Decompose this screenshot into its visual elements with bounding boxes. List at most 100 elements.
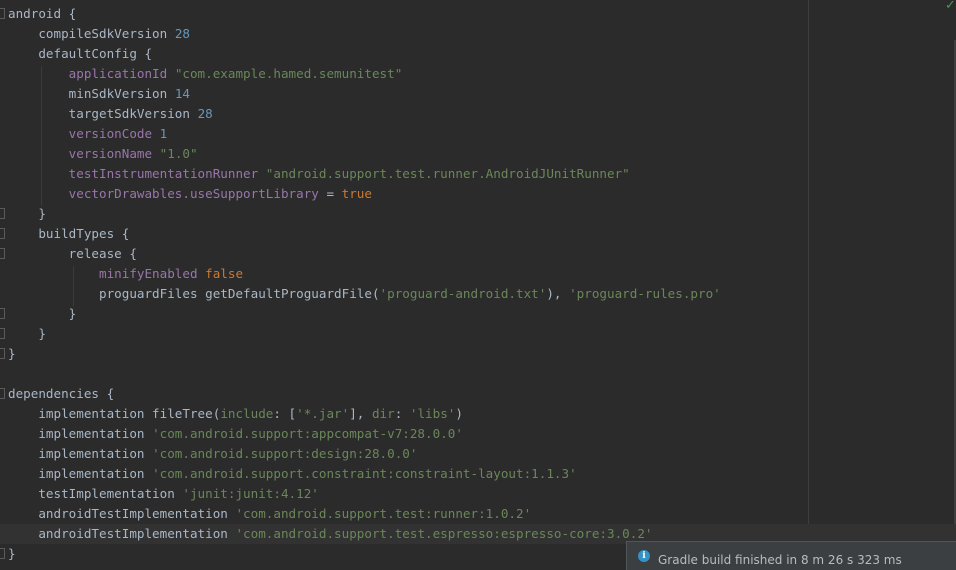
code-line[interactable]: targetSdkVersion 28 <box>0 104 956 124</box>
code-line-text: buildTypes { <box>8 224 129 244</box>
fold-marker-icon[interactable] <box>0 308 5 319</box>
code-token: include <box>220 406 274 421</box>
code-line[interactable]: implementation 'com.android.support:desi… <box>0 444 956 464</box>
fold-marker-icon[interactable] <box>0 208 5 219</box>
code-token: compileSdkVersion <box>8 26 175 41</box>
code-token: dependencies { <box>8 386 115 401</box>
code-line-text: applicationId "com.example.hamed.semunit… <box>8 64 403 84</box>
code-line-text: } <box>8 344 16 364</box>
code-token: 'junit:junit:4.12' <box>182 486 319 501</box>
code-token: ], <box>349 406 372 421</box>
code-line[interactable]: } <box>0 304 956 324</box>
fold-marker-icon[interactable] <box>0 388 5 399</box>
code-line[interactable]: versionName "1.0" <box>0 144 956 164</box>
code-line[interactable]: proguardFiles getDefaultProguardFile('pr… <box>0 284 956 304</box>
code-token: buildTypes { <box>8 226 130 241</box>
code-line-text: defaultConfig { <box>8 44 152 64</box>
code-line[interactable]: testImplementation 'junit:junit:4.12' <box>0 484 956 504</box>
code-token: false <box>205 266 244 281</box>
code-line[interactable]: versionCode 1 <box>0 124 956 144</box>
code-token: 'com.android.support.test.espresso:espre… <box>235 526 653 541</box>
code-token: } <box>8 326 46 341</box>
code-token: dir <box>371 406 395 421</box>
code-line[interactable]: testInstrumentationRunner "android.suppo… <box>0 164 956 184</box>
code-token: targetSdkVersion <box>8 106 198 121</box>
code-line[interactable]: dependencies { <box>0 384 956 404</box>
code-line[interactable]: compileSdkVersion 28 <box>0 24 956 44</box>
code-line-text: release { <box>8 244 137 264</box>
code-token: implementation <box>8 446 153 461</box>
code-token: versionCode <box>8 126 160 141</box>
code-line[interactable]: minifyEnabled false <box>0 264 956 284</box>
code-line-text: } <box>8 204 46 224</box>
code-line[interactable]: } <box>0 204 956 224</box>
code-line-text: implementation 'com.android.support.cons… <box>8 464 577 484</box>
code-line-text: versionCode 1 <box>8 124 168 144</box>
code-token: implementation <box>8 426 153 441</box>
code-token: : <box>394 406 410 421</box>
gradle-notification[interactable]: i Gradle build finished in 8 m 26 s 323 … <box>626 541 956 570</box>
code-token: defaultConfig { <box>8 46 153 61</box>
code-token: versionName <box>8 146 160 161</box>
code-line[interactable]: implementation fileTree(include: ['*.jar… <box>0 404 956 424</box>
code-token: "1.0" <box>159 146 198 161</box>
fold-marker-icon[interactable] <box>0 8 5 19</box>
code-line-text: proguardFiles getDefaultProguardFile('pr… <box>8 284 721 304</box>
code-token: 'proguard-android.txt' <box>379 286 547 301</box>
code-token: android { <box>8 6 77 21</box>
code-line[interactable]: androidTestImplementation 'com.android.s… <box>0 504 956 524</box>
code-line-text: testImplementation 'junit:junit:4.12' <box>8 484 319 504</box>
fold-marker-icon[interactable] <box>0 348 5 359</box>
code-token: implementation fileTree( <box>8 406 221 421</box>
code-token: 'com.android.support.constraint:constrai… <box>152 466 577 481</box>
code-area[interactable]: android { compileSdkVersion 28 defaultCo… <box>0 4 956 564</box>
code-token: 14 <box>174 86 190 101</box>
code-token: proguardFiles getDefaultProguardFile( <box>8 286 380 301</box>
code-line[interactable]: defaultConfig { <box>0 44 956 64</box>
code-line-text: implementation 'com.android.support:appc… <box>8 424 463 444</box>
code-line-text: } <box>8 304 77 324</box>
code-line[interactable]: buildTypes { <box>0 224 956 244</box>
code-token: } <box>8 546 16 561</box>
code-token: : [ <box>273 406 297 421</box>
code-token: 28 <box>197 106 213 121</box>
code-line[interactable]: release { <box>0 244 956 264</box>
code-token: "com.example.hamed.semunitest" <box>174 66 403 81</box>
code-line[interactable]: } <box>0 324 956 344</box>
code-line-text: dependencies { <box>8 384 114 404</box>
code-line-text: implementation 'com.android.support:desi… <box>8 444 417 464</box>
code-line-text: compileSdkVersion 28 <box>8 24 190 44</box>
code-line-text: android { <box>8 4 76 24</box>
fold-marker-icon[interactable] <box>0 328 5 339</box>
code-token: 'com.android.support.test:runner:1.0.2' <box>235 506 532 521</box>
code-line[interactable]: implementation 'com.android.support:appc… <box>0 424 956 444</box>
code-line-text: implementation fileTree(include: ['*.jar… <box>8 404 463 424</box>
code-line[interactable]: implementation 'com.android.support.cons… <box>0 464 956 484</box>
code-line[interactable]: } <box>0 344 956 364</box>
code-line[interactable] <box>0 364 956 384</box>
code-line-text: androidTestImplementation 'com.android.s… <box>8 504 531 524</box>
code-token: minSdkVersion <box>8 86 175 101</box>
code-token: implementation <box>8 466 153 481</box>
info-icon: i <box>638 550 650 562</box>
code-token: 1 <box>159 126 168 141</box>
code-token: "android.support.test.runner.AndroidJUni… <box>265 166 630 181</box>
code-line[interactable]: minSdkVersion 14 <box>0 84 956 104</box>
code-line-text: minifyEnabled false <box>8 264 243 284</box>
code-line[interactable]: android { <box>0 4 956 24</box>
code-line[interactable]: vectorDrawables.useSupportLibrary = true <box>0 184 956 204</box>
code-line[interactable]: applicationId "com.example.hamed.semunit… <box>0 64 956 84</box>
fold-marker-icon[interactable] <box>0 228 5 239</box>
code-line-text: } <box>8 544 16 564</box>
code-line-text: versionName "1.0" <box>8 144 198 164</box>
code-token: androidTestImplementation <box>8 506 236 521</box>
code-token: ) <box>455 406 463 421</box>
fold-marker-icon[interactable] <box>0 248 5 259</box>
code-line-text: minSdkVersion 14 <box>8 84 190 104</box>
code-line-text: testInstrumentationRunner "android.suppo… <box>8 164 630 184</box>
code-editor[interactable]: ✓ android { compileSdkVersion 28 default… <box>0 0 956 570</box>
code-token: release { <box>8 246 137 261</box>
code-token: 'libs' <box>409 406 456 421</box>
code-line-text: vectorDrawables.useSupportLibrary = true <box>8 184 372 204</box>
fold-marker-icon[interactable] <box>0 548 5 559</box>
